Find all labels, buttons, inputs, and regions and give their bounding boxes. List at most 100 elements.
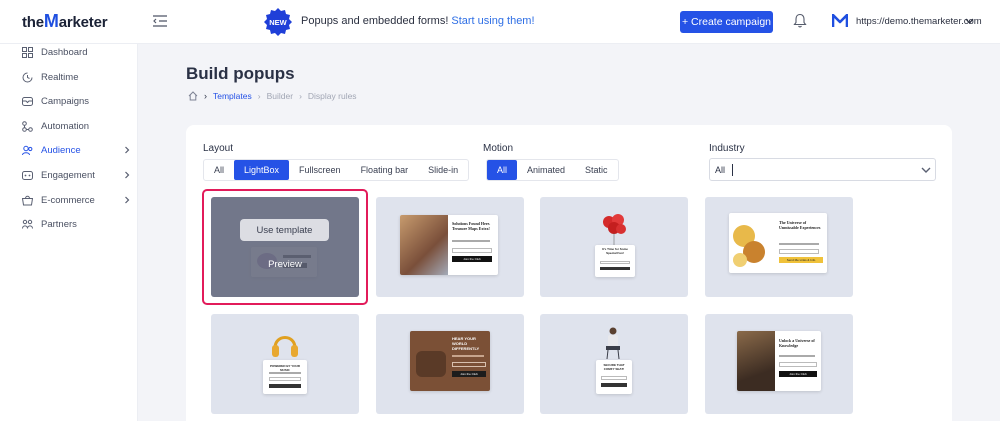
sidebar-item-label: Automation: [41, 120, 90, 132]
layout-filter: All LightBox Fullscreen Floating bar Sli…: [203, 159, 470, 181]
sidebar-item-partners[interactable]: Partners: [0, 214, 138, 234]
collapse-sidebar-icon[interactable]: [152, 14, 168, 28]
chevron-right-icon: [125, 146, 130, 154]
template-thumbnail: SECURE THAT COMFY SEAT!: [596, 360, 632, 394]
breadcrumb-separator: ›: [204, 91, 207, 101]
sidebar-item-label: Dashboard: [41, 46, 88, 58]
template-thumbnail: Unlock a Universe of Knowledge Join the …: [737, 331, 821, 391]
thumbnail-headline: SECURE THAT COMFY SEAT!: [603, 363, 625, 371]
layout-option-floating-bar[interactable]: Floating bar: [351, 160, 419, 180]
account-url[interactable]: https://demo.themarketer.com: [856, 16, 982, 27]
layout-option-fullscreen[interactable]: Fullscreen: [289, 160, 351, 180]
thumbnail-button: Join the Club: [452, 256, 492, 262]
template-thumbnail: The Universe of Unmissable Experiences S…: [729, 213, 827, 273]
thumbnail-headline: The Universe of Unmissable Experiences: [779, 220, 821, 230]
template-thumbnail: POWERED BY YOUR MUSIC: [263, 360, 307, 394]
industry-label: Industry: [709, 143, 745, 154]
thumbnail-button: Send Me Links & Info: [779, 257, 823, 263]
chair-person-icon: [606, 327, 620, 360]
breadcrumb-builder: Builder: [266, 91, 294, 101]
headphones-icon: [272, 336, 298, 357]
sidebar-item-dashboard[interactable]: Dashboard: [0, 42, 138, 62]
sidebar-item-label: Campaigns: [41, 95, 90, 107]
preview-link[interactable]: Preview: [211, 259, 359, 270]
sidebar: Dashboard Realtime Campaigns Automation …: [0, 44, 138, 421]
chevron-down-icon[interactable]: [965, 17, 974, 25]
chevron-right-icon: [125, 196, 130, 204]
realtime-icon: [22, 72, 33, 82]
thumbnail-headline: Unlock a Universe of Knowledge: [779, 338, 815, 348]
template-tile[interactable]: Solutions Found Here. Treasure Maps Extr…: [376, 197, 524, 297]
layout-option-slide-in[interactable]: Slide-in: [418, 160, 468, 180]
thumbnail-button: Join the Club: [452, 371, 486, 377]
breadcrumb-templates[interactable]: Templates: [213, 91, 252, 101]
motion-option-animated[interactable]: Animated: [517, 160, 575, 180]
template-hover-overlay: Use template Preview: [211, 197, 359, 297]
template-thumbnail: HEAR YOUR WORLD DIFFERENTLY Join the Clu…: [410, 331, 490, 391]
template-thumbnail: It's Time for Some Special Fun!: [595, 245, 635, 277]
home-icon[interactable]: [188, 91, 198, 101]
campaigns-icon: [22, 96, 33, 106]
engagement-icon: [22, 170, 33, 180]
template-tile[interactable]: POWERED BY YOUR MUSIC: [211, 314, 359, 414]
breadcrumb-display-rules: Display rules: [307, 91, 357, 101]
logo-suffix: arketer: [58, 14, 108, 31]
audience-icon: [22, 145, 33, 155]
breadcrumb-separator: ›: [257, 91, 261, 101]
create-campaign-button[interactable]: + Create campaign: [680, 11, 773, 33]
ecommerce-icon: [22, 195, 33, 205]
text-cursor: [732, 164, 733, 176]
promo-text: Popups and embedded forms!: [301, 15, 449, 27]
thumbnail-button: Join the Club: [779, 371, 817, 377]
dashboard-icon: [22, 46, 33, 58]
template-thumbnail: Solutions Found Here. Treasure Maps Extr…: [400, 215, 498, 275]
thumbnail-headline: It's Time for Some Special Fun!: [602, 247, 628, 255]
templates-card: Layout All LightBox Fullscreen Floating …: [186, 125, 952, 421]
brand-logo[interactable]: theMarketer: [22, 11, 108, 32]
thumbnail-headline: HEAR YOUR WORLD DIFFERENTLY: [452, 336, 480, 351]
account-logo-icon[interactable]: [832, 14, 848, 28]
balloons-icon: [603, 214, 626, 245]
template-tile[interactable]: HEAR YOUR WORLD DIFFERENTLY Join the Clu…: [376, 314, 524, 414]
template-tile[interactable]: SECURE THAT COMFY SEAT!: [540, 314, 688, 414]
industry-select[interactable]: All: [709, 158, 936, 181]
sidebar-item-label: E-commerce: [41, 194, 95, 206]
sidebar-item-label: Realtime: [41, 71, 79, 83]
breadcrumb-separator: ›: [299, 91, 302, 101]
promo-link[interactable]: Start using them!: [451, 15, 534, 27]
use-template-button[interactable]: Use template: [240, 219, 329, 241]
sidebar-item-realtime[interactable]: Realtime: [0, 67, 138, 87]
logo-m: M: [43, 11, 59, 31]
sidebar-item-campaigns[interactable]: Campaigns: [0, 91, 138, 111]
sidebar-item-label: Engagement: [41, 169, 95, 181]
template-tile[interactable]: It's Time for Some Special Fun!: [540, 197, 688, 297]
chevron-down-icon[interactable]: [921, 166, 931, 174]
sidebar-item-engagement[interactable]: Engagement: [0, 165, 138, 185]
sidebar-item-label: Partners: [41, 218, 77, 230]
sidebar-item-ecommerce[interactable]: E-commerce: [0, 190, 138, 210]
notifications-bell-icon[interactable]: [793, 13, 807, 29]
layout-option-all[interactable]: All: [204, 160, 234, 180]
new-badge-icon: NEW: [264, 8, 292, 36]
template-tile[interactable]: Unlock a Universe of Knowledge Join the …: [705, 314, 853, 414]
page-title: Build popups: [186, 64, 295, 83]
motion-option-static[interactable]: Static: [575, 160, 618, 180]
sidebar-item-audience[interactable]: Audience: [0, 140, 138, 160]
layout-label: Layout: [203, 143, 234, 154]
top-bar: theMarketer NEW Popups and embedded form…: [0, 0, 1000, 44]
chevron-right-icon: [125, 171, 130, 179]
breadcrumb: › Templates › Builder › Display rules: [188, 90, 357, 102]
automation-icon: [22, 120, 33, 132]
template-tile[interactable]: The Universe of Unmissable Experiences S…: [705, 197, 853, 297]
thumbnail-headline: Solutions Found Here. Treasure Maps Extr…: [452, 221, 491, 231]
motion-label: Motion: [483, 143, 514, 154]
motion-filter: All Animated Static: [486, 159, 619, 181]
new-badge-text: NEW: [269, 18, 287, 27]
sidebar-item-automation[interactable]: Automation: [0, 116, 138, 136]
motion-option-all[interactable]: All: [487, 160, 518, 180]
partners-icon: [22, 219, 33, 229]
promo-banner: Popups and embedded forms! Start using th…: [301, 15, 535, 27]
industry-value: All: [715, 165, 726, 175]
sidebar-item-label: Audience: [41, 144, 81, 156]
layout-option-lightbox[interactable]: LightBox: [234, 160, 290, 180]
